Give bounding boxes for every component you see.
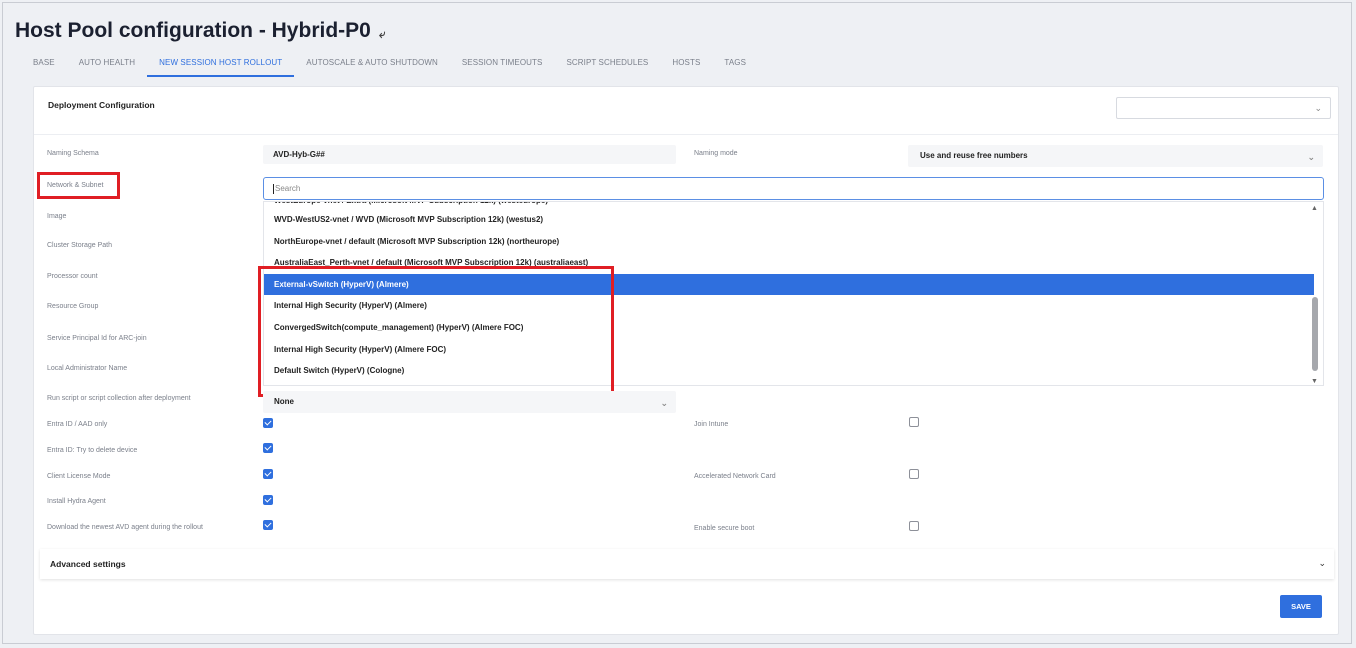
entra-only-checkbox[interactable] <box>263 418 273 428</box>
network-search-input[interactable]: Search <box>263 177 1324 200</box>
highlight-box-label <box>37 172 120 199</box>
run-script-select[interactable]: None ⌄ <box>263 391 676 413</box>
chevron-down-icon: ⌄ <box>1318 558 1326 568</box>
secure-boot-checkbox[interactable] <box>909 521 919 531</box>
entra-delete-label: Entra ID: Try to delete device <box>47 447 138 454</box>
search-placeholder: Search <box>275 184 301 193</box>
tab-tags[interactable]: TAGS <box>712 58 758 77</box>
chevron-down-icon: ⌄ <box>1307 152 1315 162</box>
tab-new-session-host-rollout[interactable]: NEW SESSION HOST ROLLOUT <box>147 58 295 77</box>
tab-session-timeouts[interactable]: SESSION TIMEOUTS <box>450 58 555 77</box>
naming-schema-input[interactable]: AVD-Hyb-G## <box>263 145 676 164</box>
chevron-down-icon: ⌄ <box>660 398 668 408</box>
save-button[interactable]: SAVE <box>1280 595 1322 618</box>
chevron-down-icon: ⌄ <box>1314 103 1322 113</box>
undo-icon[interactable]: ⤶ <box>379 27 386 42</box>
dropdown-option[interactable]: WVD-WestUS2-vnet / WVD (Microsoft MVP Su… <box>264 209 1314 230</box>
scrollbar-thumb[interactable] <box>1312 297 1318 371</box>
naming-mode-select[interactable]: Use and reuse free numbers ⌄ <box>908 145 1323 167</box>
card-title: Deployment Configuration <box>48 100 155 110</box>
tab-bar: BASE AUTO HEALTH NEW SESSION HOST ROLLOU… <box>21 58 758 78</box>
processor-count-label: Processor count <box>47 273 98 280</box>
dropdown-option[interactable]: NorthEurope-vnet / default (Microsoft MV… <box>264 231 1314 252</box>
entra-only-label: Entra ID / AAD only <box>47 421 108 428</box>
card-header: Deployment Configuration ⌄ <box>34 87 1338 135</box>
local-admin-label: Local Administrator Name <box>47 365 128 372</box>
client-license-checkbox[interactable] <box>263 469 273 479</box>
naming-mode-label: Naming mode <box>694 150 738 157</box>
entra-delete-checkbox[interactable] <box>263 443 273 453</box>
deployment-card: Deployment Configuration ⌄ Naming Schema… <box>33 86 1339 635</box>
install-hydra-checkbox[interactable] <box>263 495 273 505</box>
download-avd-label: Download the newest AVD agent during the… <box>47 524 203 531</box>
advanced-settings-panel[interactable]: Advanced settings ⌄ <box>40 549 1334 579</box>
image-label: Image <box>47 213 67 220</box>
naming-mode-value: Use and reuse free numbers <box>920 151 1028 160</box>
run-script-label: Run script or script collection after de… <box>47 395 191 402</box>
run-script-value: None <box>274 397 294 406</box>
highlight-box-options <box>258 266 614 397</box>
resource-group-label: Resource Group <box>47 303 99 310</box>
profile-select[interactable]: ⌄ <box>1116 97 1331 119</box>
tab-hosts[interactable]: HOSTS <box>660 58 712 77</box>
join-intune-checkbox[interactable] <box>909 417 919 427</box>
accelerated-nic-checkbox[interactable] <box>909 469 919 479</box>
app-window: Host Pool configuration - Hybrid-P0 ⤶ BA… <box>2 2 1352 644</box>
accelerated-nic-label: Accelerated Network Card <box>694 473 776 480</box>
scroll-up-icon[interactable]: ▲ <box>1311 205 1318 212</box>
install-hydra-label: Install Hydra Agent <box>47 498 106 505</box>
page-title-text: Host Pool configuration - Hybrid-P0 <box>15 19 371 42</box>
tab-script-schedules[interactable]: SCRIPT SCHEDULES <box>554 58 660 77</box>
client-license-label: Client License Mode <box>47 473 111 480</box>
page-title: Host Pool configuration - Hybrid-P0 ⤶ <box>15 19 386 43</box>
download-avd-checkbox[interactable] <box>263 520 273 530</box>
cluster-storage-label: Cluster Storage Path <box>47 242 112 249</box>
tab-autoscale[interactable]: AUTOSCALE & AUTO SHUTDOWN <box>294 58 450 77</box>
secure-boot-label: Enable secure boot <box>694 525 755 532</box>
scroll-down-icon[interactable]: ▼ <box>1311 378 1318 385</box>
naming-schema-label: Naming Schema <box>47 150 99 157</box>
dropdown-scrollbar[interactable]: ▲ ▼ <box>1310 205 1320 385</box>
advanced-settings-label: Advanced settings <box>50 559 126 569</box>
service-principal-label: Service Principal Id for ARC-join <box>47 335 147 342</box>
join-intune-label: Join Intune <box>694 421 729 428</box>
tab-auto-health[interactable]: AUTO HEALTH <box>67 58 147 77</box>
text-caret <box>273 183 274 194</box>
tab-base[interactable]: BASE <box>21 58 67 77</box>
